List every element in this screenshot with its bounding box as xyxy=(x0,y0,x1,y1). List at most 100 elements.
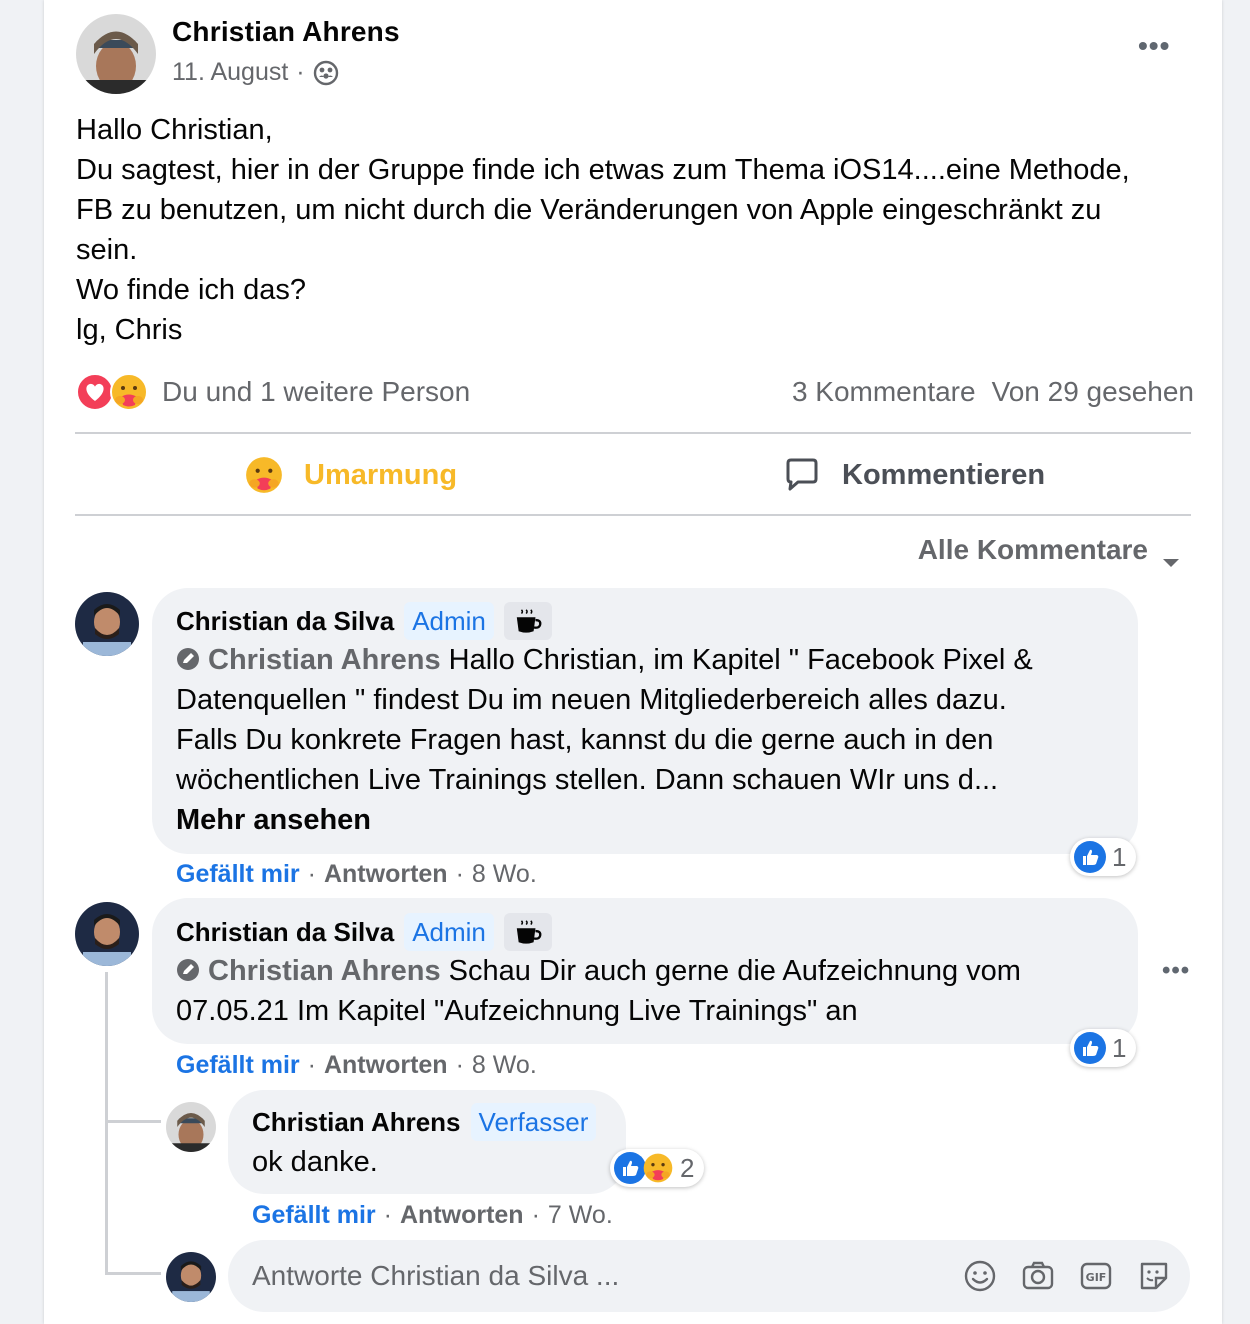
separator: · xyxy=(307,1051,316,1079)
mention-icon xyxy=(176,642,200,670)
camera-icon[interactable] xyxy=(1020,1258,1056,1294)
hug-button[interactable]: Umarmung xyxy=(244,448,457,502)
post-author-avatar[interactable] xyxy=(76,14,156,94)
post-text: Hallo Christian, Du sagtest, hier in der… xyxy=(76,110,1206,350)
comment-button[interactable]: Kommentieren xyxy=(782,448,1045,502)
mention-name: Christian Ahrens xyxy=(208,955,441,987)
comment-author[interactable]: Christian da Silva xyxy=(176,917,394,948)
reply-actions: Gefällt mir · Antworten · 7 Wo. xyxy=(252,1201,613,1230)
mention-icon xyxy=(176,953,200,981)
post-text-line: Hallo Christian, xyxy=(76,114,273,146)
comment-reaction-count[interactable]: 1 xyxy=(1070,838,1137,876)
post-text-line: sein. xyxy=(76,234,138,266)
comment-label: Kommentieren xyxy=(842,458,1046,491)
commenter-avatar[interactable] xyxy=(75,902,139,966)
post-more-icon[interactable]: ••• xyxy=(1138,30,1170,62)
current-user-avatar[interactable] xyxy=(166,1252,216,1302)
reaction-count: 1 xyxy=(1112,1032,1127,1063)
post-meta: 11. August · xyxy=(172,58,339,87)
comment-line: Schau Dir auch gerne die Aufzeichnung vo… xyxy=(440,955,1021,987)
divider xyxy=(75,432,1191,434)
filter-label: Alle Kommentare xyxy=(917,534,1148,565)
input-icons: GIF xyxy=(962,1258,1172,1294)
comment-text: Christian Ahrens Schau Dir auch gerne di… xyxy=(176,951,1021,1031)
like-button[interactable]: Gefällt mir xyxy=(252,1201,376,1230)
comment-header: Christian da Silva Admin xyxy=(176,913,552,951)
thread-line xyxy=(105,1120,161,1123)
comment-actions: Gefällt mir · Antworten · 8 Wo. xyxy=(176,860,537,889)
reply-button[interactable]: Antworten xyxy=(324,860,448,889)
separator: · xyxy=(531,1201,540,1229)
seen-by[interactable]: Von 29 gesehen xyxy=(992,376,1194,408)
mention-link[interactable]: Christian Ahrens xyxy=(176,644,441,676)
commenter-avatar[interactable] xyxy=(75,592,139,656)
reply-input-box: GIF xyxy=(228,1240,1190,1312)
reply-author-avatar[interactable] xyxy=(166,1102,216,1152)
reaction-count: 1 xyxy=(1112,841,1127,872)
comment-reaction-count[interactable]: 1 xyxy=(1070,1029,1137,1067)
post-author-name[interactable]: Christian Ahrens xyxy=(172,16,400,48)
separator: · xyxy=(383,1201,392,1229)
group-icon xyxy=(313,60,339,86)
reaction-summary: Du und 1 weitere Person 3 Kommentare Von… xyxy=(76,370,1194,414)
comment-line: Hallo Christian, im Kapitel " Facebook P… xyxy=(440,644,1033,676)
like-reaction-icon xyxy=(1074,1032,1106,1064)
hug-label: Umarmung xyxy=(304,458,458,491)
hug-reaction-icon xyxy=(110,373,148,411)
reply-button[interactable]: Antworten xyxy=(324,1051,448,1080)
reaction-count: 2 xyxy=(680,1152,695,1183)
post-text-line: FB zu benutzen, um nicht durch die Verän… xyxy=(76,194,1102,226)
reply-author[interactable]: Christian Ahrens xyxy=(252,1107,461,1138)
comment-actions: Gefällt mir · Antworten · 8 Wo. xyxy=(176,1051,537,1080)
love-reaction-icon xyxy=(76,373,114,411)
like-button[interactable]: Gefällt mir xyxy=(176,1051,300,1080)
comment-line: Datenquellen " findest Du im neuen Mitgl… xyxy=(176,684,1007,716)
comment-line: wöchentlichen Live Trainings stellen. Da… xyxy=(176,764,999,796)
comment-icon xyxy=(782,455,822,495)
caret-down-icon xyxy=(1162,544,1180,567)
post-date[interactable]: 11. August xyxy=(172,58,288,87)
reply-header: Christian Ahrens Verfasser xyxy=(252,1103,597,1141)
emoji-icon[interactable] xyxy=(962,1258,998,1294)
comment-line: Falls Du konkrete Fragen hast, kannst du… xyxy=(176,724,994,756)
comment-header: Christian da Silva Admin xyxy=(176,602,552,640)
post-card: Christian Ahrens 11. August · ••• Hallo … xyxy=(44,0,1222,1324)
gif-icon[interactable]: GIF xyxy=(1078,1258,1114,1294)
divider xyxy=(75,514,1191,516)
comments-count[interactable]: 3 Kommentare xyxy=(792,376,976,408)
comment-text: Christian Ahrens Hallo Christian, im Kap… xyxy=(176,640,1033,840)
author-badge[interactable]: Verfasser xyxy=(470,1103,597,1141)
post-text-line: Du sagtest, hier in der Gruppe finde ich… xyxy=(76,154,1130,186)
separator: · xyxy=(455,1051,464,1079)
comment-filter-dropdown[interactable]: Alle Kommentare xyxy=(917,534,1180,567)
mention-link[interactable]: Christian Ahrens xyxy=(176,955,441,987)
see-more-link[interactable]: Mehr ansehen xyxy=(176,800,1033,840)
coffee-cup-icon[interactable] xyxy=(503,913,552,951)
reply-button[interactable]: Antworten xyxy=(400,1201,524,1230)
comment-line: 07.05.21 Im Kapitel "Aufzeichnung Live T… xyxy=(176,995,858,1027)
hug-icon xyxy=(244,455,284,495)
comment-author[interactable]: Christian da Silva xyxy=(176,606,394,637)
sticker-icon[interactable] xyxy=(1136,1258,1172,1294)
like-button[interactable]: Gefällt mir xyxy=(176,860,300,889)
coffee-cup-icon[interactable] xyxy=(503,602,552,640)
svg-text:GIF: GIF xyxy=(1086,1271,1107,1284)
reply-reaction-count[interactable]: 2 xyxy=(610,1149,705,1187)
separator: · xyxy=(307,860,316,888)
reply-input[interactable] xyxy=(252,1258,852,1294)
admin-badge[interactable]: Admin xyxy=(404,913,494,951)
reaction-icons[interactable] xyxy=(76,373,148,411)
comment-more-icon[interactable]: ••• xyxy=(1162,957,1190,985)
like-reaction-icon xyxy=(1074,841,1106,873)
thread-line xyxy=(105,1272,161,1275)
reply-time[interactable]: 7 Wo. xyxy=(548,1201,613,1230)
comment-time[interactable]: 8 Wo. xyxy=(472,860,537,889)
reactions-text[interactable]: Du und 1 weitere Person xyxy=(162,376,470,408)
admin-badge[interactable]: Admin xyxy=(404,602,494,640)
meta-separator: · xyxy=(296,58,305,86)
comment-time[interactable]: 8 Wo. xyxy=(472,1051,537,1080)
mention-name: Christian Ahrens xyxy=(208,644,441,676)
post-text-line: Wo finde ich das? xyxy=(76,274,306,306)
post-text-line: lg, Chris xyxy=(76,314,183,346)
hug-reaction-icon xyxy=(642,1152,674,1184)
